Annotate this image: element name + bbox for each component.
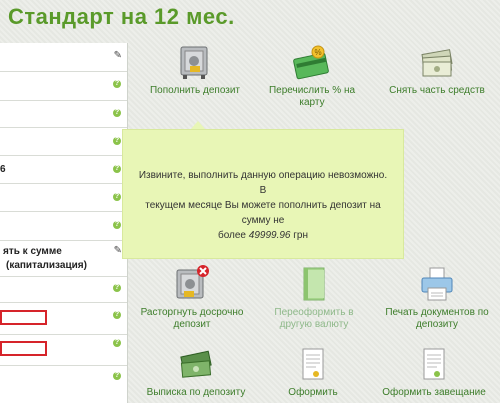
help-icon[interactable]: ? bbox=[113, 372, 121, 380]
form-row[interactable]: ? bbox=[0, 128, 127, 156]
terminate-label-1: Расторгнуть досрочно bbox=[140, 307, 244, 318]
help-icon[interactable]: ? bbox=[113, 284, 121, 292]
deposit-limit-tooltip: Извините, выполнить данную операцию нево… bbox=[122, 129, 404, 259]
folder-icon bbox=[303, 267, 325, 301]
print-documents-action[interactable]: Печать документов по депозиту bbox=[376, 264, 498, 331]
form-row[interactable]: ? bbox=[0, 72, 127, 101]
tooltip-line-3-prefix: более bbox=[217, 230, 249, 241]
tooltip-currency: грн bbox=[290, 230, 309, 241]
document-icon bbox=[302, 348, 324, 380]
help-icon[interactable]: ? bbox=[113, 109, 121, 117]
safe-icon bbox=[180, 46, 208, 79]
reissue-label-2: другую валюту bbox=[279, 319, 349, 330]
will-action[interactable]: Оформить завещание bbox=[376, 346, 492, 399]
pencil-icon[interactable]: ✎ bbox=[114, 50, 122, 61]
top-up-deposit-action[interactable]: Пополнить депозит bbox=[140, 44, 250, 97]
transfer-percent-action[interactable]: % Перечислить % на карту bbox=[262, 44, 362, 109]
tooltip-amount: 49999.96 bbox=[248, 230, 291, 241]
top-up-label: Пополнить депозит bbox=[149, 85, 241, 96]
issue-label: Оформить bbox=[288, 387, 338, 398]
help-icon[interactable]: ? bbox=[113, 137, 121, 145]
form-row[interactable]: ✎ bbox=[0, 43, 127, 72]
money-icon bbox=[180, 350, 212, 378]
form-row[interactable]: 6 ? bbox=[0, 156, 127, 184]
tooltip-message: Извините, выполнить данную операцию нево… bbox=[135, 168, 391, 243]
form-row[interactable]: ? bbox=[0, 212, 127, 241]
printer-icon bbox=[421, 267, 453, 301]
capitalization-label: ять к сумме bbox=[3, 246, 62, 257]
terminate-early-action[interactable]: Расторгнуть досрочно депозит bbox=[133, 264, 251, 331]
tooltip-line-1: Извините, выполнить данную операцию нево… bbox=[138, 170, 388, 196]
help-icon[interactable]: ? bbox=[113, 193, 121, 201]
form-row[interactable]: ? bbox=[0, 277, 127, 303]
page-title: Стандарт на 12 мес. bbox=[8, 4, 235, 29]
withdraw-part-action[interactable]: Снять часть средств bbox=[378, 44, 496, 97]
invalid-input-field[interactable] bbox=[0, 341, 47, 356]
card-icon: % bbox=[293, 45, 329, 80]
will-document-icon bbox=[423, 348, 445, 380]
safe-cancel-icon bbox=[176, 265, 209, 299]
reissue-currency-action[interactable]: Переоформить в другую валюту bbox=[262, 264, 366, 331]
form-row[interactable]: ? bbox=[0, 184, 127, 212]
tooltip-line-2: текущем месяце Вы можете пополнить депоз… bbox=[145, 200, 381, 226]
banknotes-icon bbox=[421, 49, 453, 77]
terminate-label-2: депозит bbox=[173, 319, 211, 330]
issue-action[interactable]: Оформить bbox=[270, 346, 356, 399]
help-icon[interactable]: ? bbox=[113, 339, 121, 347]
form-row[interactable]: ? bbox=[0, 366, 127, 403]
help-icon[interactable]: ? bbox=[113, 311, 121, 319]
withdraw-label: Снять часть средств bbox=[389, 85, 485, 96]
print-label-2: депозиту bbox=[415, 319, 459, 330]
capitalization-label-2: (капитализация) bbox=[6, 260, 87, 271]
statement-action[interactable]: Выписка по депозиту bbox=[136, 346, 256, 399]
print-label-1: Печать документов по bbox=[385, 307, 489, 318]
form-row-capitalization[interactable]: ять к сумме (капитализация) ✎ bbox=[0, 241, 127, 277]
reissue-label-1: Переоформить в bbox=[274, 307, 354, 318]
deposit-form-panel: ✎ ? ? ? 6 ? ? ? ять к сумме (капитализац… bbox=[0, 43, 128, 403]
transfer-label-2: карту bbox=[299, 97, 325, 108]
form-row[interactable]: ? bbox=[0, 335, 127, 366]
row-label: 6 bbox=[0, 164, 6, 175]
pencil-icon[interactable]: ✎ bbox=[114, 245, 122, 256]
svg-text:%: % bbox=[314, 48, 321, 57]
invalid-input-field[interactable] bbox=[0, 310, 47, 325]
will-label: Оформить завещание bbox=[382, 387, 486, 398]
help-icon[interactable]: ? bbox=[113, 221, 121, 229]
form-row[interactable]: ? bbox=[0, 303, 127, 335]
transfer-label-1: Перечислить % на bbox=[268, 85, 356, 96]
statement-label: Выписка по депозиту bbox=[146, 387, 246, 398]
help-icon[interactable]: ? bbox=[113, 80, 121, 88]
help-icon[interactable]: ? bbox=[113, 165, 121, 173]
form-row[interactable]: ? bbox=[0, 101, 127, 128]
